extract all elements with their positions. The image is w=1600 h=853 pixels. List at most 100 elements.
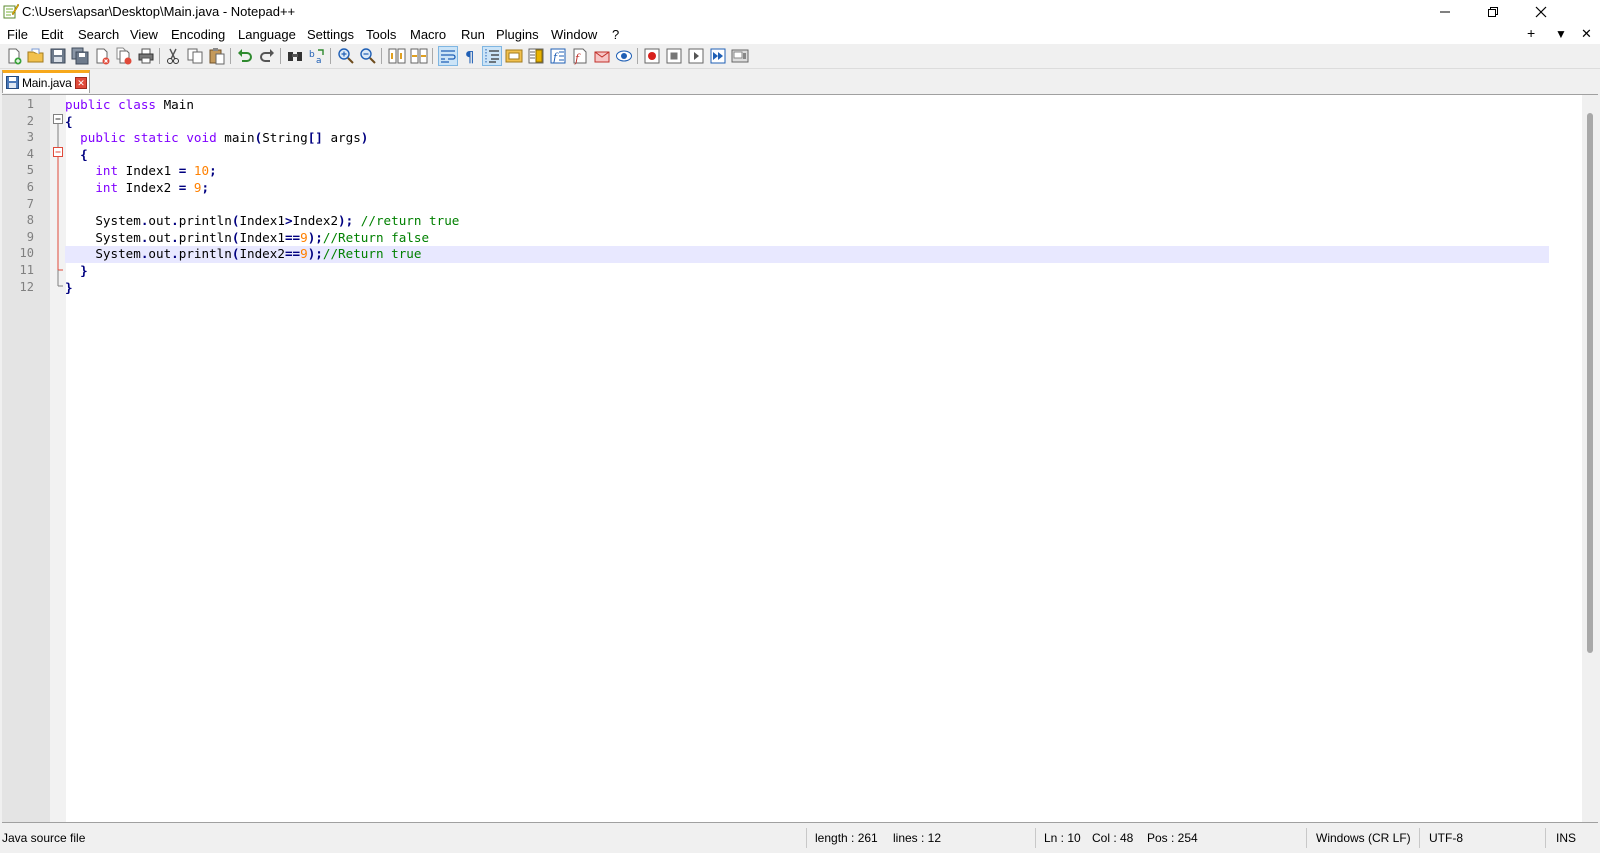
code-line[interactable]: System.out.println(Index1==9);//Return f…	[65, 230, 429, 247]
tab-list-button[interactable]: ▼	[1555, 27, 1567, 41]
record-macro-button[interactable]	[643, 47, 661, 65]
paste-button[interactable]	[208, 47, 226, 65]
save-button[interactable]	[49, 47, 67, 65]
close-window-button[interactable]	[1518, 0, 1564, 24]
minimize-icon	[1440, 11, 1450, 13]
code-token: =	[178, 163, 194, 179]
save-all-button[interactable]	[71, 47, 89, 65]
monitoring-button[interactable]	[615, 47, 633, 65]
zoom-in-button[interactable]	[337, 47, 355, 65]
code-token: println	[178, 229, 232, 245]
vertical-scrollbar[interactable]	[1582, 95, 1598, 822]
cut-button[interactable]	[164, 47, 182, 65]
new-file-button[interactable]	[5, 47, 23, 65]
code-line[interactable]: int Index1 = 10;	[65, 163, 216, 180]
code-line[interactable]: {	[65, 114, 73, 131]
code-line[interactable]: public static void main(String[] args)	[65, 130, 368, 147]
code-token: .	[171, 213, 179, 229]
word-wrap-button[interactable]	[438, 46, 458, 66]
line-number: 6	[26, 180, 34, 194]
sync-vertical-button[interactable]	[388, 47, 406, 65]
new-tab-button[interactable]: +	[1527, 25, 1535, 41]
find-button[interactable]	[286, 47, 304, 65]
code-line[interactable]: int Index2 = 9;	[65, 180, 209, 197]
code-line[interactable]: public class Main	[65, 97, 194, 114]
code-token: {	[65, 113, 73, 129]
code-token: out	[148, 246, 172, 262]
menu-help[interactable]: ?	[612, 27, 619, 42]
toolbar-separator	[230, 48, 231, 64]
menu-tools[interactable]: Tools	[366, 27, 396, 42]
open-file-icon	[27, 48, 44, 63]
copy-button[interactable]	[186, 47, 204, 65]
zoom-out-button[interactable]	[359, 47, 377, 65]
saved-file-icon	[6, 76, 19, 89]
menu-macro[interactable]: Macro	[410, 27, 446, 42]
run-macro-multiple-button[interactable]	[709, 47, 727, 65]
code-line[interactable]: System.out.println(Index2==9);//Return t…	[65, 246, 1549, 263]
code-token: //Return true	[322, 246, 422, 262]
stop-macro-button[interactable]	[665, 47, 683, 65]
play-macro-icon	[688, 48, 704, 64]
status-column: Col : 48	[1092, 831, 1134, 845]
tab-close-button[interactable]: ✕	[75, 77, 87, 89]
user-defined-language-button[interactable]	[505, 47, 523, 65]
print-button[interactable]	[137, 47, 155, 65]
close-document-button[interactable]: ✕	[1581, 26, 1592, 42]
line-number: 4	[26, 146, 34, 161]
sync-horizontal-button[interactable]	[410, 47, 428, 65]
code-token: System	[65, 246, 141, 262]
show-all-characters-button[interactable]: ¶	[461, 47, 479, 65]
indent-guide-button[interactable]	[482, 46, 502, 66]
menu-encoding[interactable]: Encoding	[171, 27, 225, 42]
code-token: out	[148, 229, 172, 245]
clipboard-history-button[interactable]	[593, 47, 611, 65]
document-map-button[interactable]	[527, 47, 545, 65]
paste-icon	[209, 48, 225, 65]
code-line[interactable]: System.out.println(Index1>Index2); //ret…	[65, 213, 459, 230]
code-line[interactable]: {	[65, 147, 88, 164]
menu-run[interactable]: Run	[461, 27, 485, 42]
scrollbar-thumb[interactable]	[1587, 113, 1593, 653]
code-line[interactable]: }	[65, 280, 73, 297]
menu-plugins[interactable]: Plugins	[496, 27, 539, 42]
function-list-button[interactable]: f	[549, 47, 567, 65]
tab-main-java[interactable]: Main.java ✕	[2, 70, 90, 93]
code-token: 9	[300, 229, 308, 245]
menu-file[interactable]: File	[7, 27, 28, 42]
menu-view[interactable]: View	[130, 27, 158, 42]
status-eol[interactable]: Windows (CR LF)	[1316, 831, 1411, 845]
restore-button[interactable]	[1470, 0, 1516, 24]
status-lines: lines : 12	[893, 831, 942, 845]
menu-search[interactable]: Search	[78, 27, 119, 42]
close-button[interactable]	[93, 47, 111, 65]
code-line[interactable]: }	[65, 263, 88, 280]
menu-edit[interactable]: Edit	[41, 27, 63, 42]
code-token: public	[65, 130, 134, 146]
minimize-button[interactable]	[1422, 0, 1468, 24]
save-macro-button[interactable]	[731, 47, 749, 65]
menu-bar: File Edit Search View Encoding Language …	[0, 24, 1600, 44]
folder-as-workspace-button[interactable]: f	[571, 47, 589, 65]
code-token: public	[65, 97, 119, 112]
menu-window[interactable]: Window	[551, 27, 597, 42]
undo-button[interactable]	[236, 47, 254, 65]
document-map-icon	[528, 48, 544, 64]
line-number: 7	[26, 196, 34, 211]
code-token: ;	[201, 180, 210, 195]
status-file-type: Java source file	[2, 831, 86, 845]
replace-button[interactable]: ba	[308, 47, 326, 65]
status-insert-mode[interactable]: INS	[1556, 831, 1576, 845]
line-number: 10	[19, 246, 34, 261]
menu-language[interactable]: Language	[238, 27, 296, 42]
line-number: 11	[19, 263, 34, 277]
open-file-button[interactable]	[27, 47, 45, 65]
play-macro-button[interactable]	[687, 47, 705, 65]
editor[interactable]: 1 2 3 4 5 6 7 8 9 10 11 12 public class Main{ publi…	[2, 94, 1598, 823]
svg-text:¶: ¶	[465, 48, 475, 65]
close-all-button[interactable]	[115, 47, 133, 65]
clipboard-history-icon	[594, 51, 610, 63]
status-encoding[interactable]: UTF-8	[1429, 831, 1463, 845]
menu-settings[interactable]: Settings	[307, 27, 354, 42]
redo-button[interactable]	[258, 47, 276, 65]
